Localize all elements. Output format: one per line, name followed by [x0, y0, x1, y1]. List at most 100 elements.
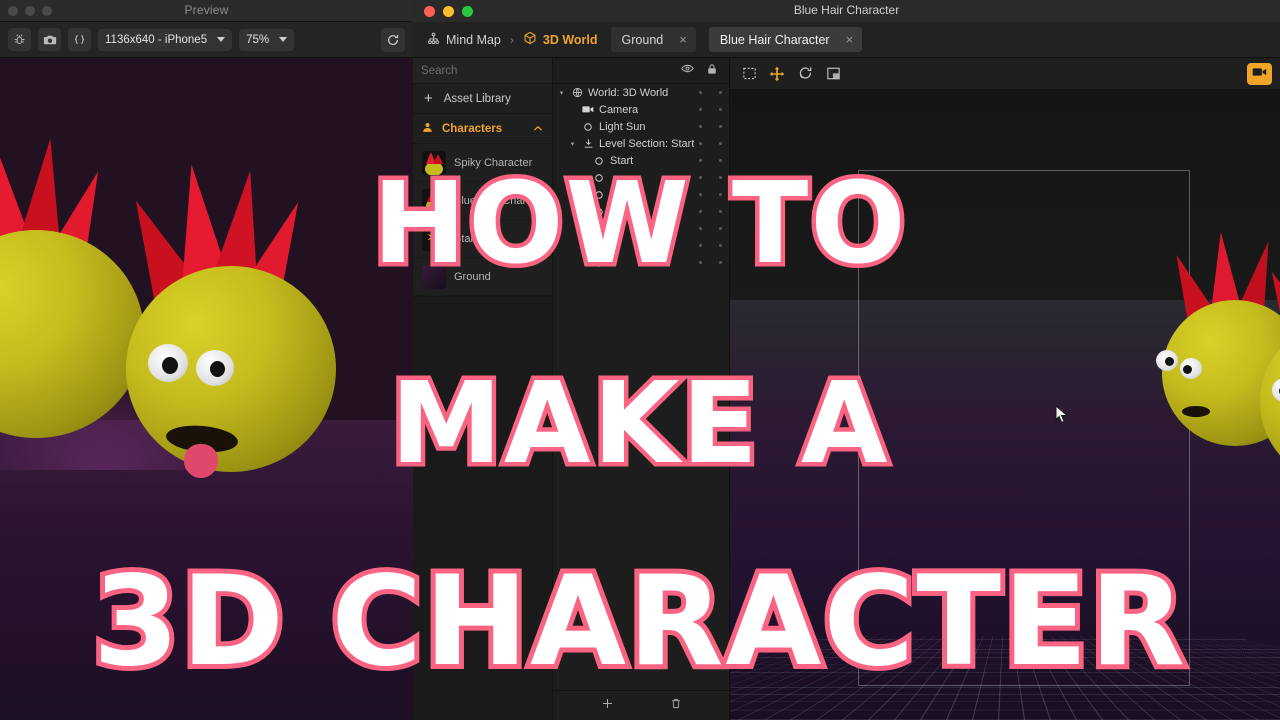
lock-dot[interactable]	[719, 227, 722, 230]
visibility-dot[interactable]	[699, 91, 702, 94]
hierarchy-row[interactable]	[553, 220, 729, 237]
twisty-icon[interactable]: ▾	[557, 89, 566, 97]
hierarchy-row-toggles[interactable]	[699, 244, 722, 247]
tab-blue-hair-character[interactable]: Blue Hair Character ×	[709, 27, 862, 52]
hierarchy-row[interactable]	[553, 169, 729, 186]
visibility-dot[interactable]	[699, 142, 702, 145]
hierarchy-row[interactable]: Start	[553, 152, 729, 169]
hierarchy-row[interactable]	[553, 237, 729, 254]
asset-library-button[interactable]: + Asset Library	[413, 84, 552, 114]
hierarchy-row-toggles[interactable]	[699, 108, 722, 111]
level-icon	[582, 138, 594, 149]
breadcrumb: Mind Map › 3D World Ground × Blue Hair C…	[413, 22, 1280, 58]
hierarchy-row[interactable]	[553, 254, 729, 271]
hierarchy-row[interactable]: ▾ Level Section: Start	[553, 135, 729, 152]
preview-stage[interactable]	[0, 58, 413, 720]
character-eye	[1156, 350, 1178, 371]
camera-icon[interactable]	[38, 28, 61, 51]
visibility-dot[interactable]	[699, 210, 702, 213]
rotate-tool[interactable]	[793, 63, 817, 85]
breadcrumb-item-3d-world[interactable]: 3D World	[523, 31, 598, 48]
asset-item-ground[interactable]: Ground	[413, 258, 552, 296]
hierarchy-header	[553, 58, 729, 84]
hierarchy-row-toggles[interactable]	[699, 125, 722, 128]
tab-ground[interactable]: Ground ×	[611, 27, 696, 52]
zoom-selector[interactable]: 75%	[239, 29, 294, 51]
hierarchy-row-toggles[interactable]	[699, 261, 722, 264]
hierarchy-row-toggles[interactable]	[699, 227, 722, 230]
visibility-dot[interactable]	[699, 176, 702, 179]
visibility-dot[interactable]	[699, 193, 702, 196]
character-mouth	[1182, 406, 1210, 417]
eye-icon[interactable]	[681, 62, 694, 80]
search-bar[interactable]	[413, 58, 552, 84]
asset-panel: + Asset Library Characters	[413, 58, 553, 720]
visibility-dot[interactable]	[699, 108, 702, 111]
lock-dot[interactable]	[719, 261, 722, 264]
viewport-toolbar	[730, 58, 1280, 90]
viewport-scene[interactable]	[730, 90, 1280, 720]
hierarchy-row[interactable]: Light Sun	[553, 118, 729, 135]
hierarchy-row-toggles[interactable]	[699, 142, 722, 145]
lock-dot[interactable]	[719, 210, 722, 213]
device-selector[interactable]: 1136x640 - iPhone5	[98, 29, 232, 51]
light-icon	[593, 207, 605, 217]
visibility-dot[interactable]	[699, 159, 702, 162]
asset-item-star[interactable]: ✶ Star	[413, 220, 552, 258]
twisty-icon[interactable]: ▾	[568, 140, 577, 148]
asset-item-label: Blue Hair Character	[454, 195, 551, 207]
lock-dot[interactable]	[719, 91, 722, 94]
asset-item-blue-hair-character[interactable]: Blue Hair Character	[413, 182, 552, 220]
lock-dot[interactable]	[719, 142, 722, 145]
tab-ground-label: Ground	[622, 33, 664, 47]
lock-dot[interactable]	[719, 108, 722, 111]
lock-icon[interactable]	[706, 62, 718, 80]
tab-ground-close-icon[interactable]: ×	[679, 33, 687, 46]
lock-dot[interactable]	[719, 125, 722, 128]
lock-dot[interactable]	[719, 244, 722, 247]
visibility-dot[interactable]	[699, 125, 702, 128]
asset-item-spiky-character[interactable]: Spiky Character	[413, 144, 552, 182]
trash-icon[interactable]	[670, 697, 682, 715]
asset-group-label: Characters	[442, 123, 502, 135]
brackets-icon[interactable]	[68, 28, 91, 51]
plus-icon[interactable]	[601, 697, 614, 715]
refresh-icon[interactable]	[381, 28, 405, 52]
hierarchy-row-toggles[interactable]	[699, 91, 722, 94]
asset-group-characters[interactable]: Characters	[413, 114, 552, 144]
search-input[interactable]	[421, 65, 575, 77]
viewport[interactable]	[730, 58, 1280, 720]
preview-toolbar: 1136x640 - iPhone5 75%	[0, 22, 413, 58]
hierarchy-row[interactable]	[553, 203, 729, 220]
visibility-dot[interactable]	[699, 227, 702, 230]
scale-tool[interactable]	[821, 63, 845, 85]
light-icon	[593, 190, 605, 200]
editor-window: Blue Hair Character Mind Map › 3D World …	[413, 0, 1280, 720]
hierarchy-row-toggles[interactable]	[699, 159, 722, 162]
viewport-character-right[interactable]	[1250, 250, 1280, 500]
light-icon	[593, 241, 605, 251]
hierarchy-row-toggles[interactable]	[699, 176, 722, 179]
lock-dot[interactable]	[719, 159, 722, 162]
breadcrumb-item-mindmap[interactable]: Mind Map	[427, 32, 501, 48]
select-tool[interactable]	[737, 63, 761, 85]
person-icon	[422, 122, 433, 136]
hierarchy-row[interactable]: Camera	[553, 101, 729, 118]
visibility-dot[interactable]	[699, 261, 702, 264]
hierarchy-list[interactable]: ▾ World: 3D World Camera Light Sun ▾ Level Se…	[553, 84, 729, 690]
light-icon	[593, 258, 605, 268]
lock-dot[interactable]	[719, 193, 722, 196]
move-tool[interactable]	[765, 63, 789, 85]
hierarchy-row-toggles[interactable]	[699, 210, 722, 213]
hierarchy-row[interactable]: ▾ World: 3D World	[553, 84, 729, 101]
hierarchy-row[interactable]	[553, 186, 729, 203]
visibility-dot[interactable]	[699, 244, 702, 247]
record-button[interactable]	[1247, 63, 1272, 85]
character-pupil	[210, 361, 225, 377]
bug-icon[interactable]	[8, 28, 31, 51]
chevron-up-icon	[533, 124, 543, 134]
tab-blue-hair-character-close-icon[interactable]: ×	[846, 33, 854, 46]
lock-dot[interactable]	[719, 176, 722, 179]
light-icon	[593, 173, 605, 183]
hierarchy-row-toggles[interactable]	[699, 193, 722, 196]
